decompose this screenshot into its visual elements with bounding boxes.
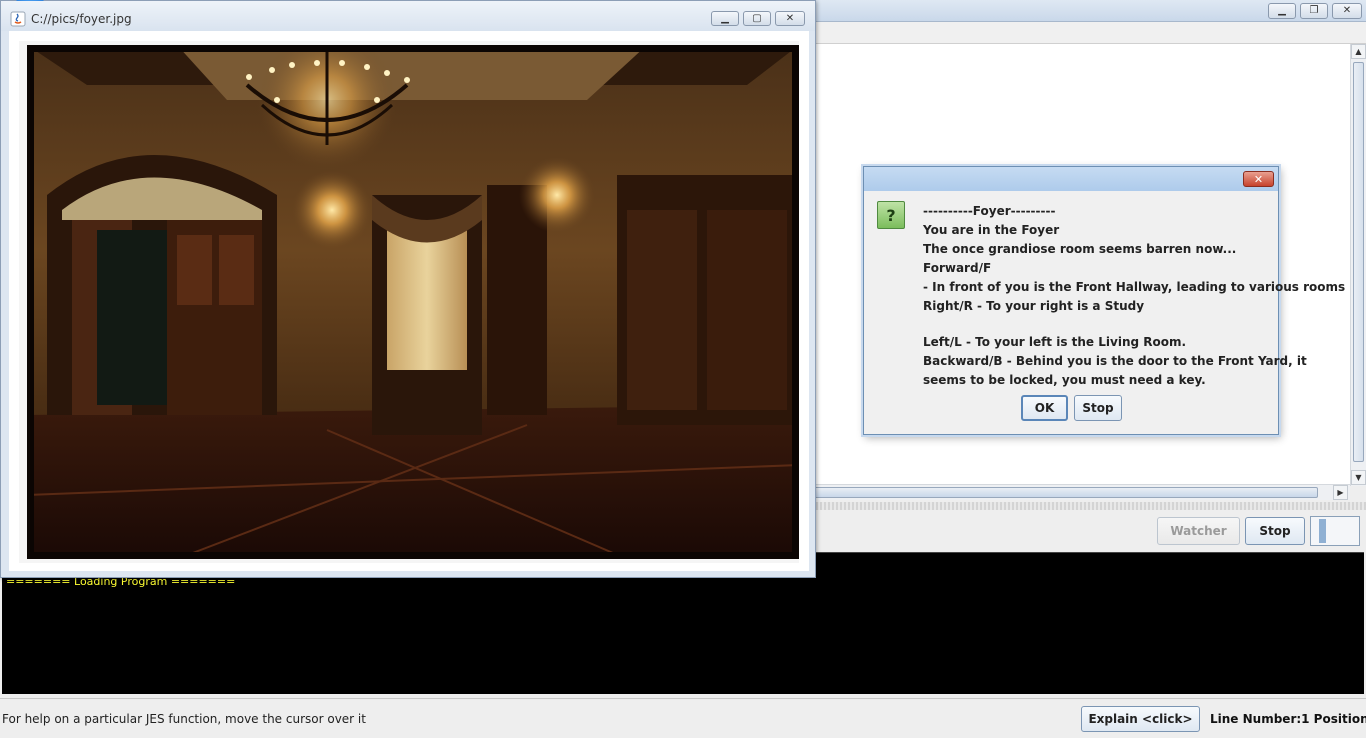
dialog-line: - In front of you is the Front Hallway, … bbox=[923, 280, 1346, 294]
dialog-line: Right/R - To your right is a Study bbox=[923, 299, 1145, 313]
slider-knob[interactable] bbox=[1319, 519, 1326, 543]
help-hint-text: For help on a particular JES function, m… bbox=[2, 712, 366, 726]
foyer-dialog: ✕ ? ----------Foyer--------- You are in … bbox=[863, 166, 1346, 435]
status-bar: For help on a particular JES function, m… bbox=[0, 698, 1366, 738]
dialog-line: ----------Foyer--------- bbox=[923, 204, 1056, 218]
question-icon: ? bbox=[877, 201, 905, 229]
picture-canvas bbox=[9, 31, 809, 571]
java-icon bbox=[10, 11, 26, 27]
dialog-stop-button[interactable]: Stop bbox=[1074, 395, 1122, 421]
main-close-button[interactable]: ✕ bbox=[1332, 3, 1362, 19]
dialog-line: Left/L - To your left is the Living Room… bbox=[923, 335, 1187, 349]
explain-button[interactable]: Explain <click> bbox=[1081, 706, 1200, 732]
watcher-button[interactable]: Watcher bbox=[1157, 517, 1240, 545]
dialog-line: The once grandiose room seems barren now… bbox=[923, 242, 1237, 256]
scroll-right-icon[interactable]: ▶ bbox=[1333, 485, 1348, 500]
picture-window: C://pics/foyer.jpg ▁ ▢ ✕ bbox=[0, 0, 816, 578]
foyer-photo bbox=[27, 45, 799, 559]
dialog-message: ----------Foyer--------- You are in the … bbox=[923, 202, 1346, 390]
dialog-line: You are in the Foyer bbox=[923, 223, 1060, 237]
ok-button[interactable]: OK bbox=[1021, 395, 1068, 421]
stop-button[interactable]: Stop bbox=[1245, 517, 1305, 545]
photo-frame bbox=[19, 41, 799, 563]
scroll-up-icon[interactable]: ▲ bbox=[1351, 44, 1366, 59]
scroll-down-icon[interactable]: ▼ bbox=[1351, 470, 1366, 485]
dialog-titlebar[interactable]: ✕ bbox=[864, 167, 1278, 191]
editor-vertical-scrollbar[interactable]: ▲ ▼ bbox=[1350, 44, 1366, 486]
dialog-blank-line bbox=[923, 316, 1273, 333]
dialog-line: seems to be locked, you must need a key. bbox=[923, 373, 1206, 387]
picture-window-title: C://pics/foyer.jpg bbox=[31, 12, 132, 26]
picture-minimize-button[interactable]: ▁ bbox=[711, 11, 739, 26]
main-minimize-button[interactable]: ▁ bbox=[1268, 3, 1296, 19]
picture-window-titlebar[interactable]: C://pics/foyer.jpg ▁ ▢ ✕ bbox=[1, 1, 815, 31]
picture-maximize-button[interactable]: ▢ bbox=[743, 11, 771, 26]
editor-vertical-scroll-thumb[interactable] bbox=[1353, 62, 1364, 462]
picture-close-button[interactable]: ✕ bbox=[775, 11, 805, 26]
main-maximize-button[interactable]: ❐ bbox=[1300, 3, 1328, 19]
cursor-position-readout: Line Number:1 Position: 1 bbox=[1210, 712, 1366, 726]
dialog-close-button[interactable]: ✕ bbox=[1243, 171, 1274, 187]
dialog-line: Backward/B - Behind you is the door to t… bbox=[923, 354, 1307, 368]
speed-slider[interactable] bbox=[1310, 516, 1360, 546]
dialog-line: Forward/F bbox=[923, 261, 992, 275]
